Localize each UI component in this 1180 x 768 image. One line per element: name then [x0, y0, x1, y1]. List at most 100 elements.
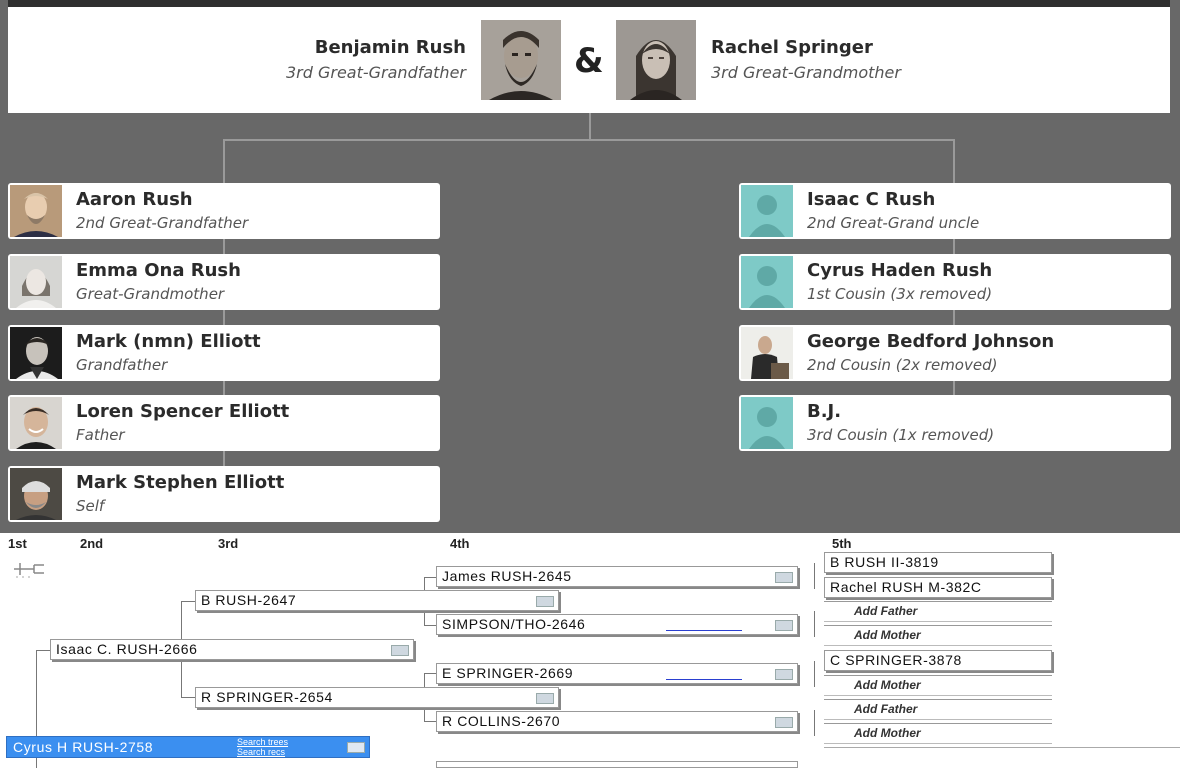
person-name: Aaron Rush — [76, 189, 193, 210]
generation-header: 4th — [450, 536, 470, 551]
add-father-link[interactable]: Add Father — [824, 699, 1052, 720]
ancestor-name-rachel[interactable]: Rachel Springer — [711, 37, 873, 58]
person-photo — [10, 256, 62, 308]
pedigree-line — [424, 673, 436, 674]
tree-view-icon[interactable] — [12, 561, 48, 581]
pedigree-person-box[interactable]: E SPRINGER-2669 — [436, 663, 798, 684]
edit-icon[interactable] — [391, 645, 409, 656]
pedigree-person-box[interactable]: C SPRINGER-3878 — [824, 650, 1052, 671]
pedigree-person-name: R COLLINS-2670 — [442, 713, 561, 729]
add-mother-link[interactable]: Add Mother — [824, 723, 1052, 744]
ancestor-relation-benjamin: 3rd Great-Grandfather — [285, 63, 466, 82]
person-name: Cyrus Haden Rush — [807, 260, 993, 281]
placeholder-avatar-icon — [741, 185, 793, 237]
placeholder-avatar-icon — [741, 397, 793, 449]
ancestor-photo-benjamin[interactable] — [481, 20, 561, 100]
connector-line — [953, 139, 955, 184]
edit-icon[interactable] — [775, 669, 793, 680]
person-photo — [10, 468, 62, 520]
person-name: B.J. — [807, 401, 842, 422]
add-father-link[interactable]: Add Father — [824, 601, 1052, 622]
pedigree-person-name: James RUSH-2645 — [442, 568, 572, 584]
pedigree-line — [36, 650, 50, 651]
person-name: Mark (nmn) Elliott — [76, 331, 261, 352]
person-name: Isaac C Rush — [807, 189, 936, 210]
person-photo — [10, 327, 62, 379]
header-strip — [8, 0, 1170, 7]
add-mother-link[interactable]: Add Mother — [824, 675, 1052, 696]
person-name: Mark Stephen Elliott — [76, 472, 285, 493]
edit-icon[interactable] — [775, 572, 793, 583]
pedigree-line — [814, 661, 815, 687]
pedigree-person-box[interactable]: B RUSH-2647 — [195, 590, 559, 611]
edit-icon[interactable] — [775, 620, 793, 631]
ancestor-relation-rachel: 3rd Great-Grandmother — [711, 63, 901, 82]
search-trees-link[interactable]: Search trees — [237, 737, 288, 747]
person-card[interactable]: B.J. 3rd Cousin (1x removed) — [739, 395, 1171, 451]
person-card[interactable]: Mark (nmn) Elliott Grandfather — [8, 325, 440, 381]
person-relation: Self — [76, 497, 105, 515]
generation-header: 1st — [8, 536, 27, 551]
pedigree-person-box[interactable]: James RUSH-2645 — [436, 566, 798, 587]
generation-header: 2nd — [80, 536, 104, 551]
person-card[interactable]: Loren Spencer Elliott Father — [8, 395, 440, 451]
selected-person-box[interactable]: Cyrus H RUSH-2758 Search trees Search re… — [6, 736, 370, 758]
pedigree-line — [814, 611, 815, 637]
pedigree-person-name: B RUSH-2647 — [201, 592, 297, 608]
person-relation: Father — [76, 426, 125, 444]
pedigree-person-name: R SPRINGER-2654 — [201, 689, 333, 705]
person-name: Loren Spencer Elliott — [76, 401, 290, 422]
edit-icon[interactable] — [775, 717, 793, 728]
connector-line — [223, 139, 955, 141]
pedigree-person-name: SIMPSON/THO-2646 — [442, 616, 586, 632]
person-card[interactable]: Mark Stephen Elliott Self — [8, 466, 440, 522]
generation-header: 3rd — [218, 536, 239, 551]
person-photo — [10, 185, 62, 237]
common-ancestors-box: Benjamin Rush 3rd Great-Grandfather & Ra… — [8, 7, 1170, 113]
pedigree-line — [814, 563, 815, 589]
person-relation: 2nd Great-Grand uncle — [807, 214, 980, 232]
edit-icon[interactable] — [536, 596, 554, 607]
edit-icon[interactable] — [536, 693, 554, 704]
pedigree-person-box[interactable]: R SPRINGER-2654 — [195, 687, 559, 708]
person-relation: 2nd Great-Grandfather — [76, 214, 249, 232]
placeholder-avatar-icon — [741, 256, 793, 308]
pedigree-person-box[interactable] — [436, 761, 798, 768]
person-card[interactable]: Aaron Rush 2nd Great-Grandfather — [8, 183, 440, 239]
person-card[interactable]: Isaac C Rush 2nd Great-Grand uncle — [739, 183, 1171, 239]
person-relation: 2nd Cousin (2x removed) — [807, 356, 998, 374]
pedigree-line — [181, 601, 195, 602]
ancestor-photo-rachel[interactable] — [616, 20, 696, 100]
pedigree-person-box[interactable]: Isaac C. RUSH-2666 — [50, 639, 414, 660]
person-card[interactable]: Emma Ona Rush Great-Grandmother — [8, 254, 440, 310]
pedigree-person-name: E SPRINGER-2669 — [442, 665, 574, 681]
person-card[interactable]: Cyrus Haden Rush 1st Cousin (3x removed) — [739, 254, 1171, 310]
person-name: George Bedford Johnson — [807, 331, 1055, 352]
pedigree-person-box[interactable]: R COLLINS-2670 — [436, 711, 798, 732]
link-underline — [666, 630, 742, 631]
person-card[interactable]: George Bedford Johnson 2nd Cousin (2x re… — [739, 325, 1171, 381]
pedigree-person-box[interactable]: SIMPSON/THO-2646 — [436, 614, 798, 635]
person-name: Emma Ona Rush — [76, 260, 241, 281]
pedigree-chart: 1st 2nd 3rd 4th 5th Isaac C. RUSH-2666 B… — [0, 533, 1180, 768]
ancestor-name-benjamin[interactable]: Benjamin Rush — [315, 37, 466, 58]
pedigree-person-box[interactable]: Rachel RUSH M-382C — [824, 577, 1052, 598]
connector-line — [589, 113, 591, 140]
person-relation: 1st Cousin (3x removed) — [807, 285, 993, 303]
pedigree-line — [424, 577, 436, 578]
pedigree-person-box[interactable]: B RUSH II-3819 — [824, 552, 1052, 573]
edit-icon[interactable] — [347, 742, 365, 753]
pedigree-line — [824, 747, 1180, 748]
pedigree-line — [181, 697, 195, 698]
person-photo — [10, 397, 62, 449]
relationship-panel: Benjamin Rush 3rd Great-Grandfather & Ra… — [0, 0, 1180, 533]
person-relation: Grandfather — [76, 356, 168, 374]
pedigree-person-name: B RUSH II-3819 — [830, 554, 939, 570]
add-mother-link[interactable]: Add Mother — [824, 625, 1052, 646]
search-records-link[interactable]: Search recs — [237, 747, 285, 757]
person-relation: Great-Grandmother — [76, 285, 225, 303]
pedigree-line — [814, 710, 815, 736]
generation-header: 5th — [832, 536, 852, 551]
connector-line — [223, 139, 225, 184]
pedigree-person-name: Isaac C. RUSH-2666 — [56, 641, 198, 657]
